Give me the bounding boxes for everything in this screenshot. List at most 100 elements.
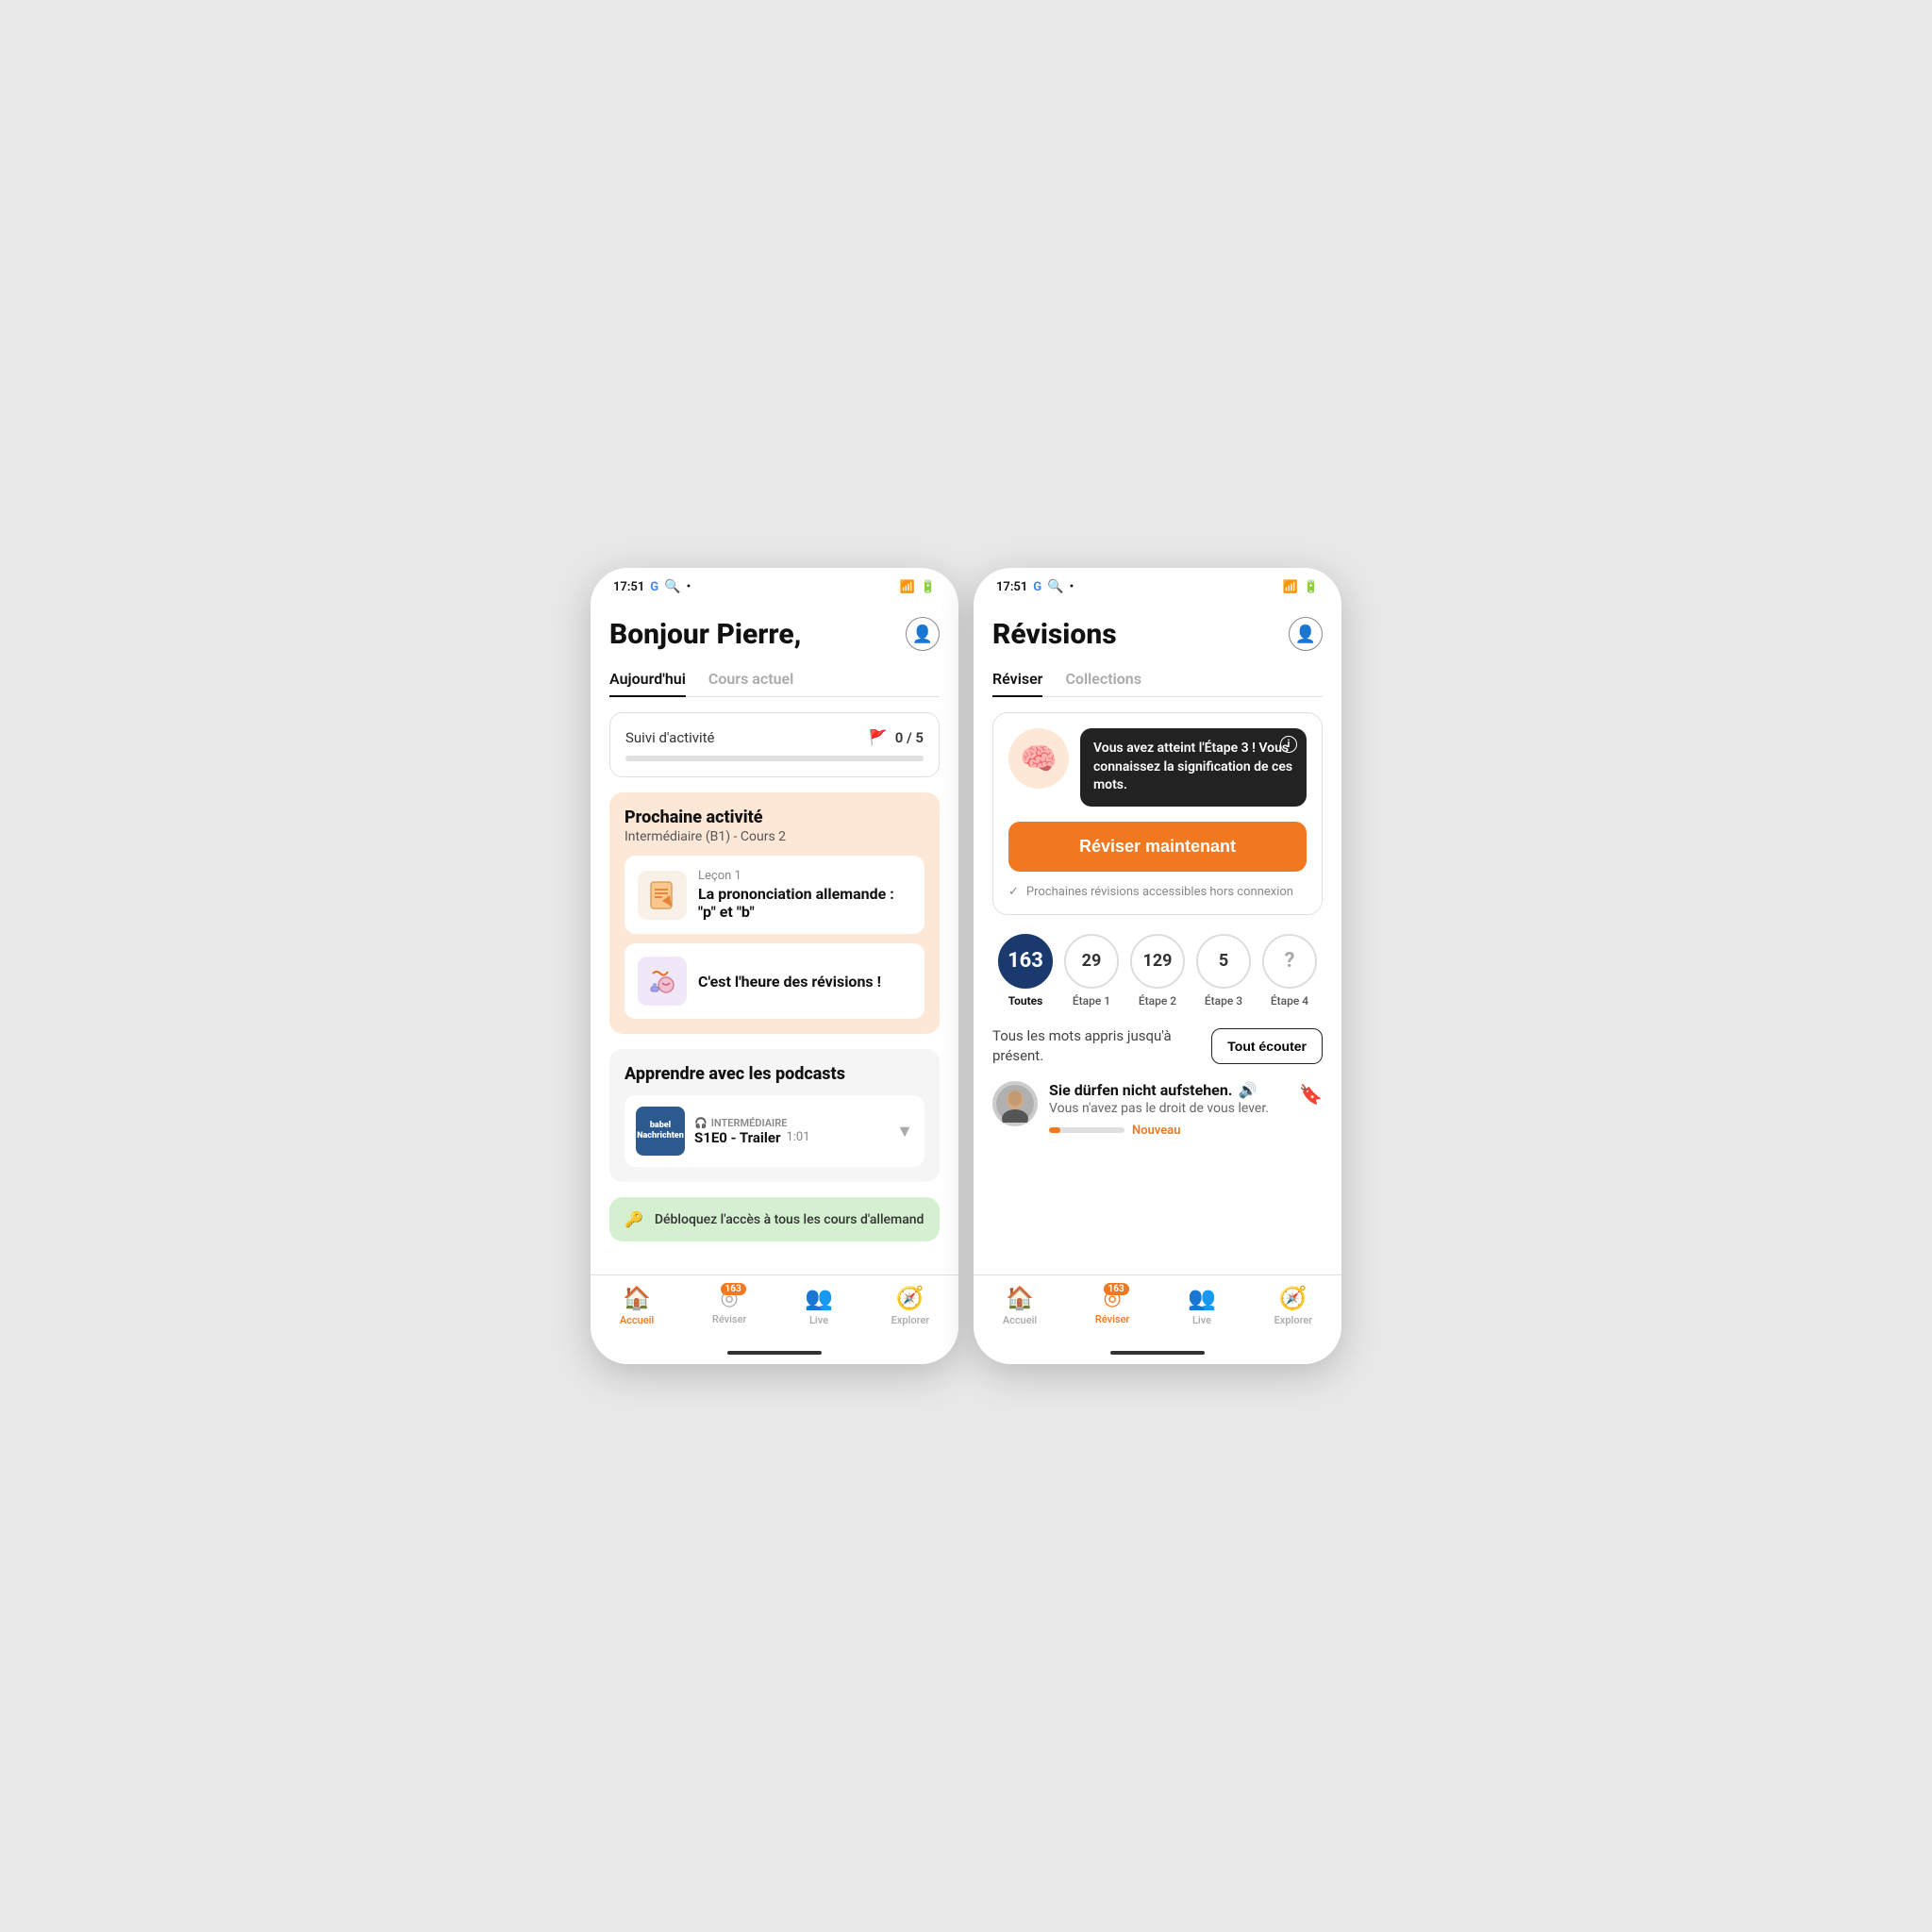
nav-label-live-right: Live [1192, 1314, 1211, 1326]
word-progress-bar [1049, 1127, 1124, 1133]
sound-icon[interactable]: 🔊 [1238, 1081, 1257, 1099]
stat-etape3[interactable]: 5 Étape 3 [1196, 934, 1251, 1008]
reviser-maintenant-button[interactable]: Réviser maintenant [1008, 822, 1307, 872]
time-right: 17:51 [996, 580, 1027, 594]
lesson-number: Leçon 1 [698, 869, 911, 883]
revisions-card-top: 🧠 Vous avez atteint l'Étape 3 ! Vous con… [1008, 728, 1307, 807]
page-title-right: Révisions [992, 618, 1117, 651]
nav-explorer-right[interactable]: 🧭 Explorer [1274, 1285, 1313, 1326]
bookmark-icon[interactable]: 🔖 [1299, 1083, 1323, 1106]
tab-reviser[interactable]: Réviser [992, 662, 1042, 697]
wifi-icon-right: 📶 [1283, 580, 1298, 594]
status-bar-right: 17:51 G 🔍 • 📶 🔋 [974, 568, 1341, 602]
podcast-item[interactable]: babelNachrichten 🎧 INTERMÉDIAIRE S1E0 - … [625, 1095, 924, 1167]
word-new-badge: Nouveau [1132, 1124, 1180, 1138]
search-icon-left: 🔍 [664, 579, 680, 594]
unlock-banner[interactable]: 🔑 Débloquez l'accès à tous les cours d'a… [609, 1197, 940, 1241]
tabs-right: Réviser Collections [992, 662, 1323, 697]
word-item: Sie dürfen nicht aufstehen. 🔊 Vous n'ave… [992, 1081, 1323, 1153]
podcasts-card: Apprendre avec les podcasts babelNachric… [609, 1049, 940, 1182]
home-bar-left [727, 1351, 822, 1355]
next-activity-title: Prochaine activité [625, 808, 924, 827]
nav-explorer-left[interactable]: 🧭 Explorer [891, 1285, 930, 1326]
podcasts-title: Apprendre avec les podcasts [625, 1064, 924, 1084]
nav-label-reviser-right: Réviser [1095, 1313, 1129, 1325]
podcast-info: 🎧 INTERMÉDIAIRE S1E0 - Trailer 1:01 [694, 1117, 887, 1146]
left-screen: 17:51 G 🔍 • 📶 🔋 Bonjour Pierre, 👤 Aujour… [591, 568, 958, 1364]
nav-reviser-left[interactable]: ◎ 163 Réviser [712, 1287, 746, 1325]
tooltip-text: Vous avez atteint l'Étape 3 ! Vous conna… [1093, 741, 1292, 792]
nav-live-left[interactable]: 👥 Live [805, 1285, 833, 1326]
stat-circle-toutes: 163 [998, 934, 1053, 989]
right-screen: 17:51 G 🔍 • 📶 🔋 Révisions 👤 Réviser Coll… [974, 568, 1341, 1364]
home-indicator-right [974, 1345, 1341, 1364]
stat-circle-etape1: 29 [1064, 934, 1119, 989]
status-bar-left: 17:51 G 🔍 • 📶 🔋 [591, 568, 958, 602]
stat-circle-etape2: 129 [1130, 934, 1185, 989]
nav-label-live-left: Live [809, 1314, 828, 1326]
reviser-badge-left: 163 [721, 1283, 746, 1295]
tab-cours-actuel[interactable]: Cours actuel [708, 662, 793, 697]
stat-label-etape3: Étape 3 [1205, 994, 1242, 1008]
bottom-nav-right: 🏠 Accueil ◎ 163 Réviser 👥 Live 🧭 Explore… [974, 1274, 1341, 1345]
left-page-header: Bonjour Pierre, 👤 [609, 602, 940, 662]
revision-item[interactable]: C'est l'heure des révisions ! [625, 943, 924, 1019]
nav-accueil-left[interactable]: 🏠 Accueil [620, 1285, 654, 1326]
podcast-level: 🎧 INTERMÉDIAIRE [694, 1117, 887, 1129]
tab-collections[interactable]: Collections [1065, 662, 1141, 697]
stat-toutes[interactable]: 163 Toutes [998, 934, 1053, 1008]
info-button[interactable]: i [1280, 736, 1297, 753]
battery-icon-right: 🔋 [1304, 580, 1319, 594]
podcast-thumbnail: babelNachrichten [636, 1107, 685, 1156]
brain-icon: 🧠 [1008, 728, 1069, 789]
nav-accueil-right[interactable]: 🏠 Accueil [1003, 1285, 1037, 1326]
explorer-icon-left: 🧭 [896, 1285, 924, 1311]
stat-circle-etape3: 5 [1196, 934, 1251, 989]
stat-etape4[interactable]: ? Étape 4 [1262, 934, 1317, 1008]
nav-label-reviser-left: Réviser [712, 1313, 746, 1325]
nav-label-explorer-right: Explorer [1274, 1314, 1313, 1326]
revisions-card: 🧠 Vous avez atteint l'Étape 3 ! Vous con… [992, 712, 1323, 915]
stats-row: 163 Toutes 29 Étape 1 129 Étape 2 5 Étap… [992, 934, 1323, 1008]
word-translation: Vous n'avez pas le droit de vous lever. [1049, 1101, 1288, 1116]
nav-reviser-right[interactable]: ◎ 163 Réviser [1095, 1287, 1129, 1325]
podcast-name: S1E0 - Trailer [694, 1129, 780, 1146]
lesson-item[interactable]: Leçon 1 La prononciation allemande : "p"… [625, 856, 924, 934]
nav-label-explorer-left: Explorer [891, 1314, 930, 1326]
avatar-left[interactable]: 👤 [906, 617, 940, 651]
nav-live-right[interactable]: 👥 Live [1188, 1285, 1216, 1326]
lesson-name: La prononciation allemande : "p" et "b" [698, 885, 911, 921]
time-left: 17:51 [613, 580, 644, 594]
activity-title: Suivi d'activité [625, 729, 715, 746]
stat-label-etape1: Étape 1 [1073, 994, 1110, 1008]
progress-bar-bg [625, 756, 924, 761]
live-icon-left: 👥 [805, 1285, 833, 1311]
home-icon-left: 🏠 [623, 1285, 651, 1311]
right-screen-content: Révisions 👤 Réviser Collections 🧠 Vous a… [974, 602, 1341, 1274]
reviser-badge-right: 163 [1104, 1283, 1129, 1295]
tabs-left: Aujourd'hui Cours actuel [609, 662, 940, 697]
home-indicator-left [591, 1345, 958, 1364]
right-page-header: Révisions 👤 [992, 602, 1323, 662]
key-icon: 🔑 [625, 1210, 643, 1228]
revision-icon [638, 957, 687, 1006]
next-activity-card: Prochaine activité Intermédiaire (B1) - … [609, 792, 940, 1034]
battery-icon-left: 🔋 [921, 580, 936, 594]
avatar-right[interactable]: 👤 [1289, 617, 1323, 651]
podcast-duration: 1:01 [786, 1130, 809, 1144]
word-avatar [992, 1081, 1038, 1126]
unlock-text: Débloquez l'accès à tous les cours d'all… [655, 1212, 924, 1227]
words-description: Tous les mots appris jusqu'à présent. [992, 1026, 1211, 1066]
tab-aujourd-hui[interactable]: Aujourd'hui [609, 662, 686, 697]
next-activity-subtitle: Intermédiaire (B1) - Cours 2 [625, 829, 924, 844]
revision-name: C'est l'heure des révisions ! [698, 973, 881, 991]
offline-row: ✓ Prochaines révisions accessibles hors … [1008, 885, 1307, 899]
word-progress: Nouveau [1049, 1124, 1288, 1138]
etape-tooltip: Vous avez atteint l'Étape 3 ! Vous conna… [1080, 728, 1307, 807]
bottom-nav-left: 🏠 Accueil ◎ 163 Réviser 👥 Live 🧭 Explore… [591, 1274, 958, 1345]
dot-left: • [687, 580, 691, 594]
google-g-right: G [1033, 580, 1041, 594]
stat-etape2[interactable]: 129 Étape 2 [1130, 934, 1185, 1008]
listen-all-button[interactable]: Tout écouter [1211, 1028, 1323, 1064]
stat-etape1[interactable]: 29 Étape 1 [1064, 934, 1119, 1008]
